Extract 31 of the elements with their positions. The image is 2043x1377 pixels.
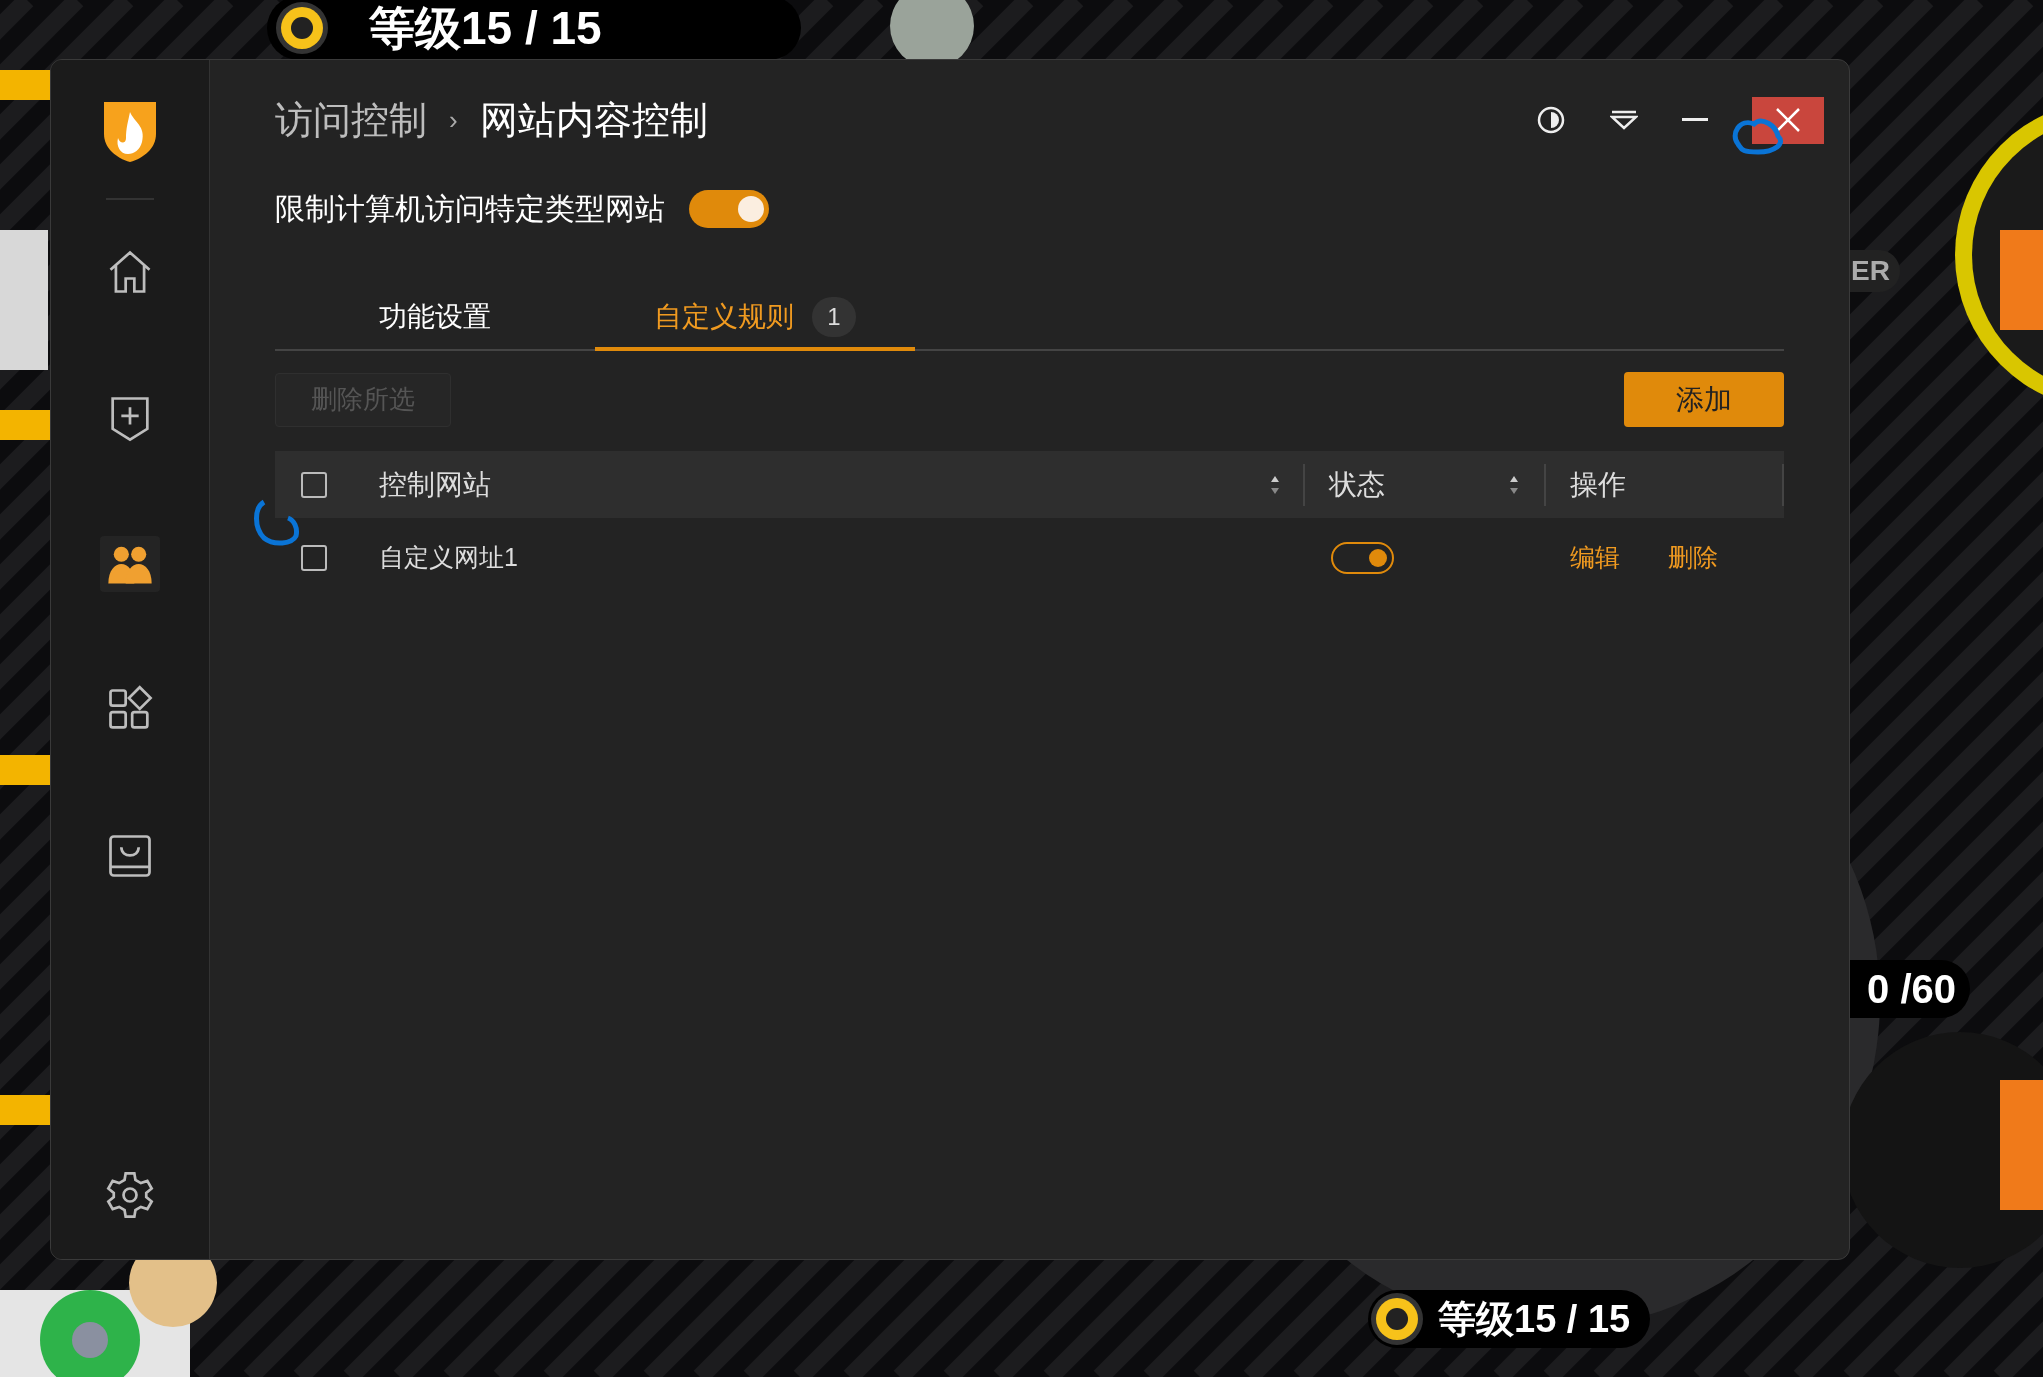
breadcrumb-separator: › [449, 103, 458, 137]
sidebar-item[interactable] [100, 536, 160, 592]
checkbox[interactable] [301, 471, 327, 498]
column-header: 控制网站 [379, 467, 491, 502]
checkbox[interactable] [301, 545, 327, 571]
table-cell: 自定义网址1 [379, 543, 518, 572]
page-title: 网站内容控制 [479, 97, 708, 143]
tab[interactable]: 功能设置 [275, 287, 595, 351]
column-header: 操作 [1570, 468, 1626, 500]
add-button[interactable]: 添加 [1624, 372, 1784, 427]
restrict-label: 限制计算机访问特定类型网站 [275, 191, 665, 227]
count-badge: 1 [812, 297, 856, 337]
column-header: 状态 [1329, 467, 1385, 502]
action-link[interactable]: 编辑 [1570, 539, 1620, 577]
settings-icon[interactable] [104, 1169, 156, 1221]
level-label: 等级15 / 15 [369, 0, 602, 56]
coin-icon [1370, 1292, 1424, 1346]
tab[interactable]: 自定义规则 1 [595, 287, 915, 351]
minimize-icon[interactable] [1682, 118, 1708, 122]
dropdown-icon[interactable] [1610, 109, 1638, 131]
toggle-switch[interactable] [1331, 542, 1394, 574]
counter-label: 0 /60 [1867, 966, 1956, 1013]
contrast-icon[interactable] [1536, 105, 1566, 135]
level-label: 等级15 / 15 [1438, 1296, 1631, 1342]
tag-label: ER [1851, 254, 1890, 288]
close-button[interactable] [1752, 96, 1824, 144]
action-link[interactable]: 删除 [1668, 539, 1718, 577]
coin-icon [275, 1, 329, 55]
breadcrumb-link[interactable]: 访问控制 [275, 91, 427, 149]
close-icon [1775, 107, 1801, 133]
toggle-switch[interactable] [689, 189, 769, 228]
